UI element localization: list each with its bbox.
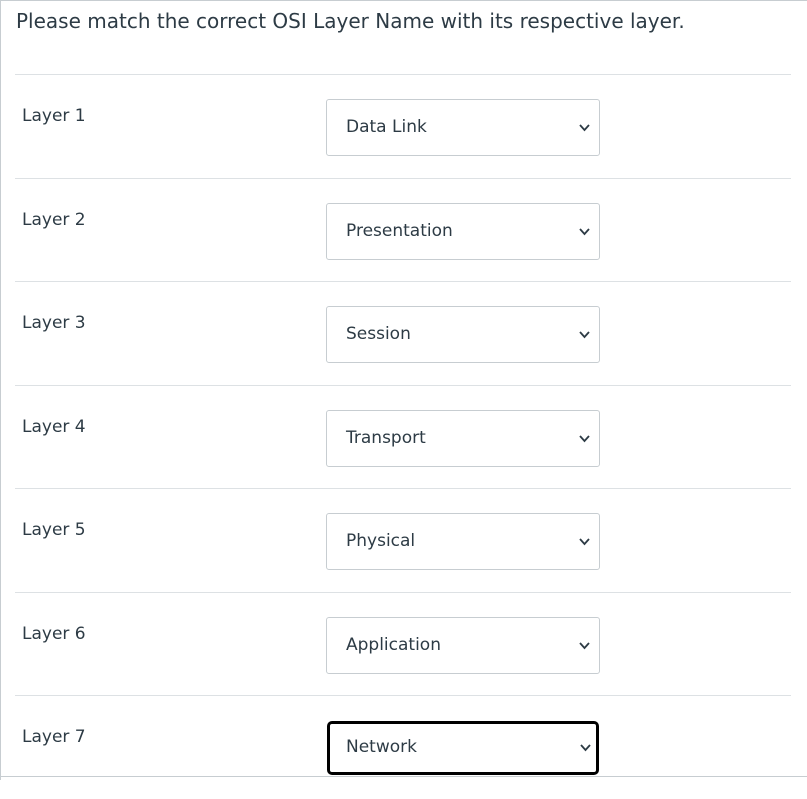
matching-row-layer-4: Layer 4 Transport xyxy=(15,384,791,489)
chevron-down-icon xyxy=(578,639,591,652)
select-value: Data Link xyxy=(346,117,427,137)
answer-select[interactable]: Presentation xyxy=(326,202,600,260)
matching-row-layer-6: Layer 6 Application xyxy=(15,591,791,696)
select-value: Transport xyxy=(346,427,426,448)
question-text: Please match the correct OSI Layer Name … xyxy=(16,9,685,33)
layer-label: Layer 1 xyxy=(22,106,86,126)
answer-select[interactable]: Data Link xyxy=(326,99,600,156)
answer-select[interactable]: Application xyxy=(326,616,600,674)
select-value: Session xyxy=(346,324,411,344)
answer-select[interactable]: Physical xyxy=(326,513,600,570)
left-border xyxy=(0,0,1,780)
select-value: Network xyxy=(346,737,417,757)
chevron-down-icon xyxy=(578,535,591,548)
matching-row-layer-2: Layer 2 Presentation xyxy=(15,177,791,282)
select-value: Application xyxy=(346,634,441,655)
chevron-down-icon xyxy=(578,328,591,341)
select-value: Physical xyxy=(346,531,416,551)
top-border xyxy=(0,0,807,1)
chevron-down-icon xyxy=(578,225,591,238)
bottom-border xyxy=(0,776,807,777)
layer-label: Layer 5 xyxy=(22,520,86,540)
layer-label: Layer 4 xyxy=(22,416,86,437)
chevron-down-icon xyxy=(578,432,591,445)
layer-label: Layer 7 xyxy=(22,727,86,747)
matching-row-layer-1: Layer 1 Data Link xyxy=(15,74,791,178)
layer-label: Layer 2 xyxy=(22,209,86,230)
matching-row-layer-3: Layer 3 Session xyxy=(15,281,791,385)
matching-rows: Layer 1 Data Link Layer 2 Presentation L… xyxy=(15,74,791,799)
answer-select-focused[interactable]: Network xyxy=(327,721,599,775)
layer-label: Layer 6 xyxy=(22,623,86,644)
select-value: Presentation xyxy=(346,220,453,241)
matching-row-layer-5: Layer 5 Physical xyxy=(15,488,791,592)
chevron-down-icon xyxy=(578,121,591,134)
answer-select[interactable]: Session xyxy=(326,306,600,363)
answer-select[interactable]: Transport xyxy=(326,409,600,467)
layer-label: Layer 3 xyxy=(22,313,86,333)
chevron-down-icon xyxy=(579,741,592,754)
matching-row-layer-7: Layer 7 Network xyxy=(15,695,791,799)
